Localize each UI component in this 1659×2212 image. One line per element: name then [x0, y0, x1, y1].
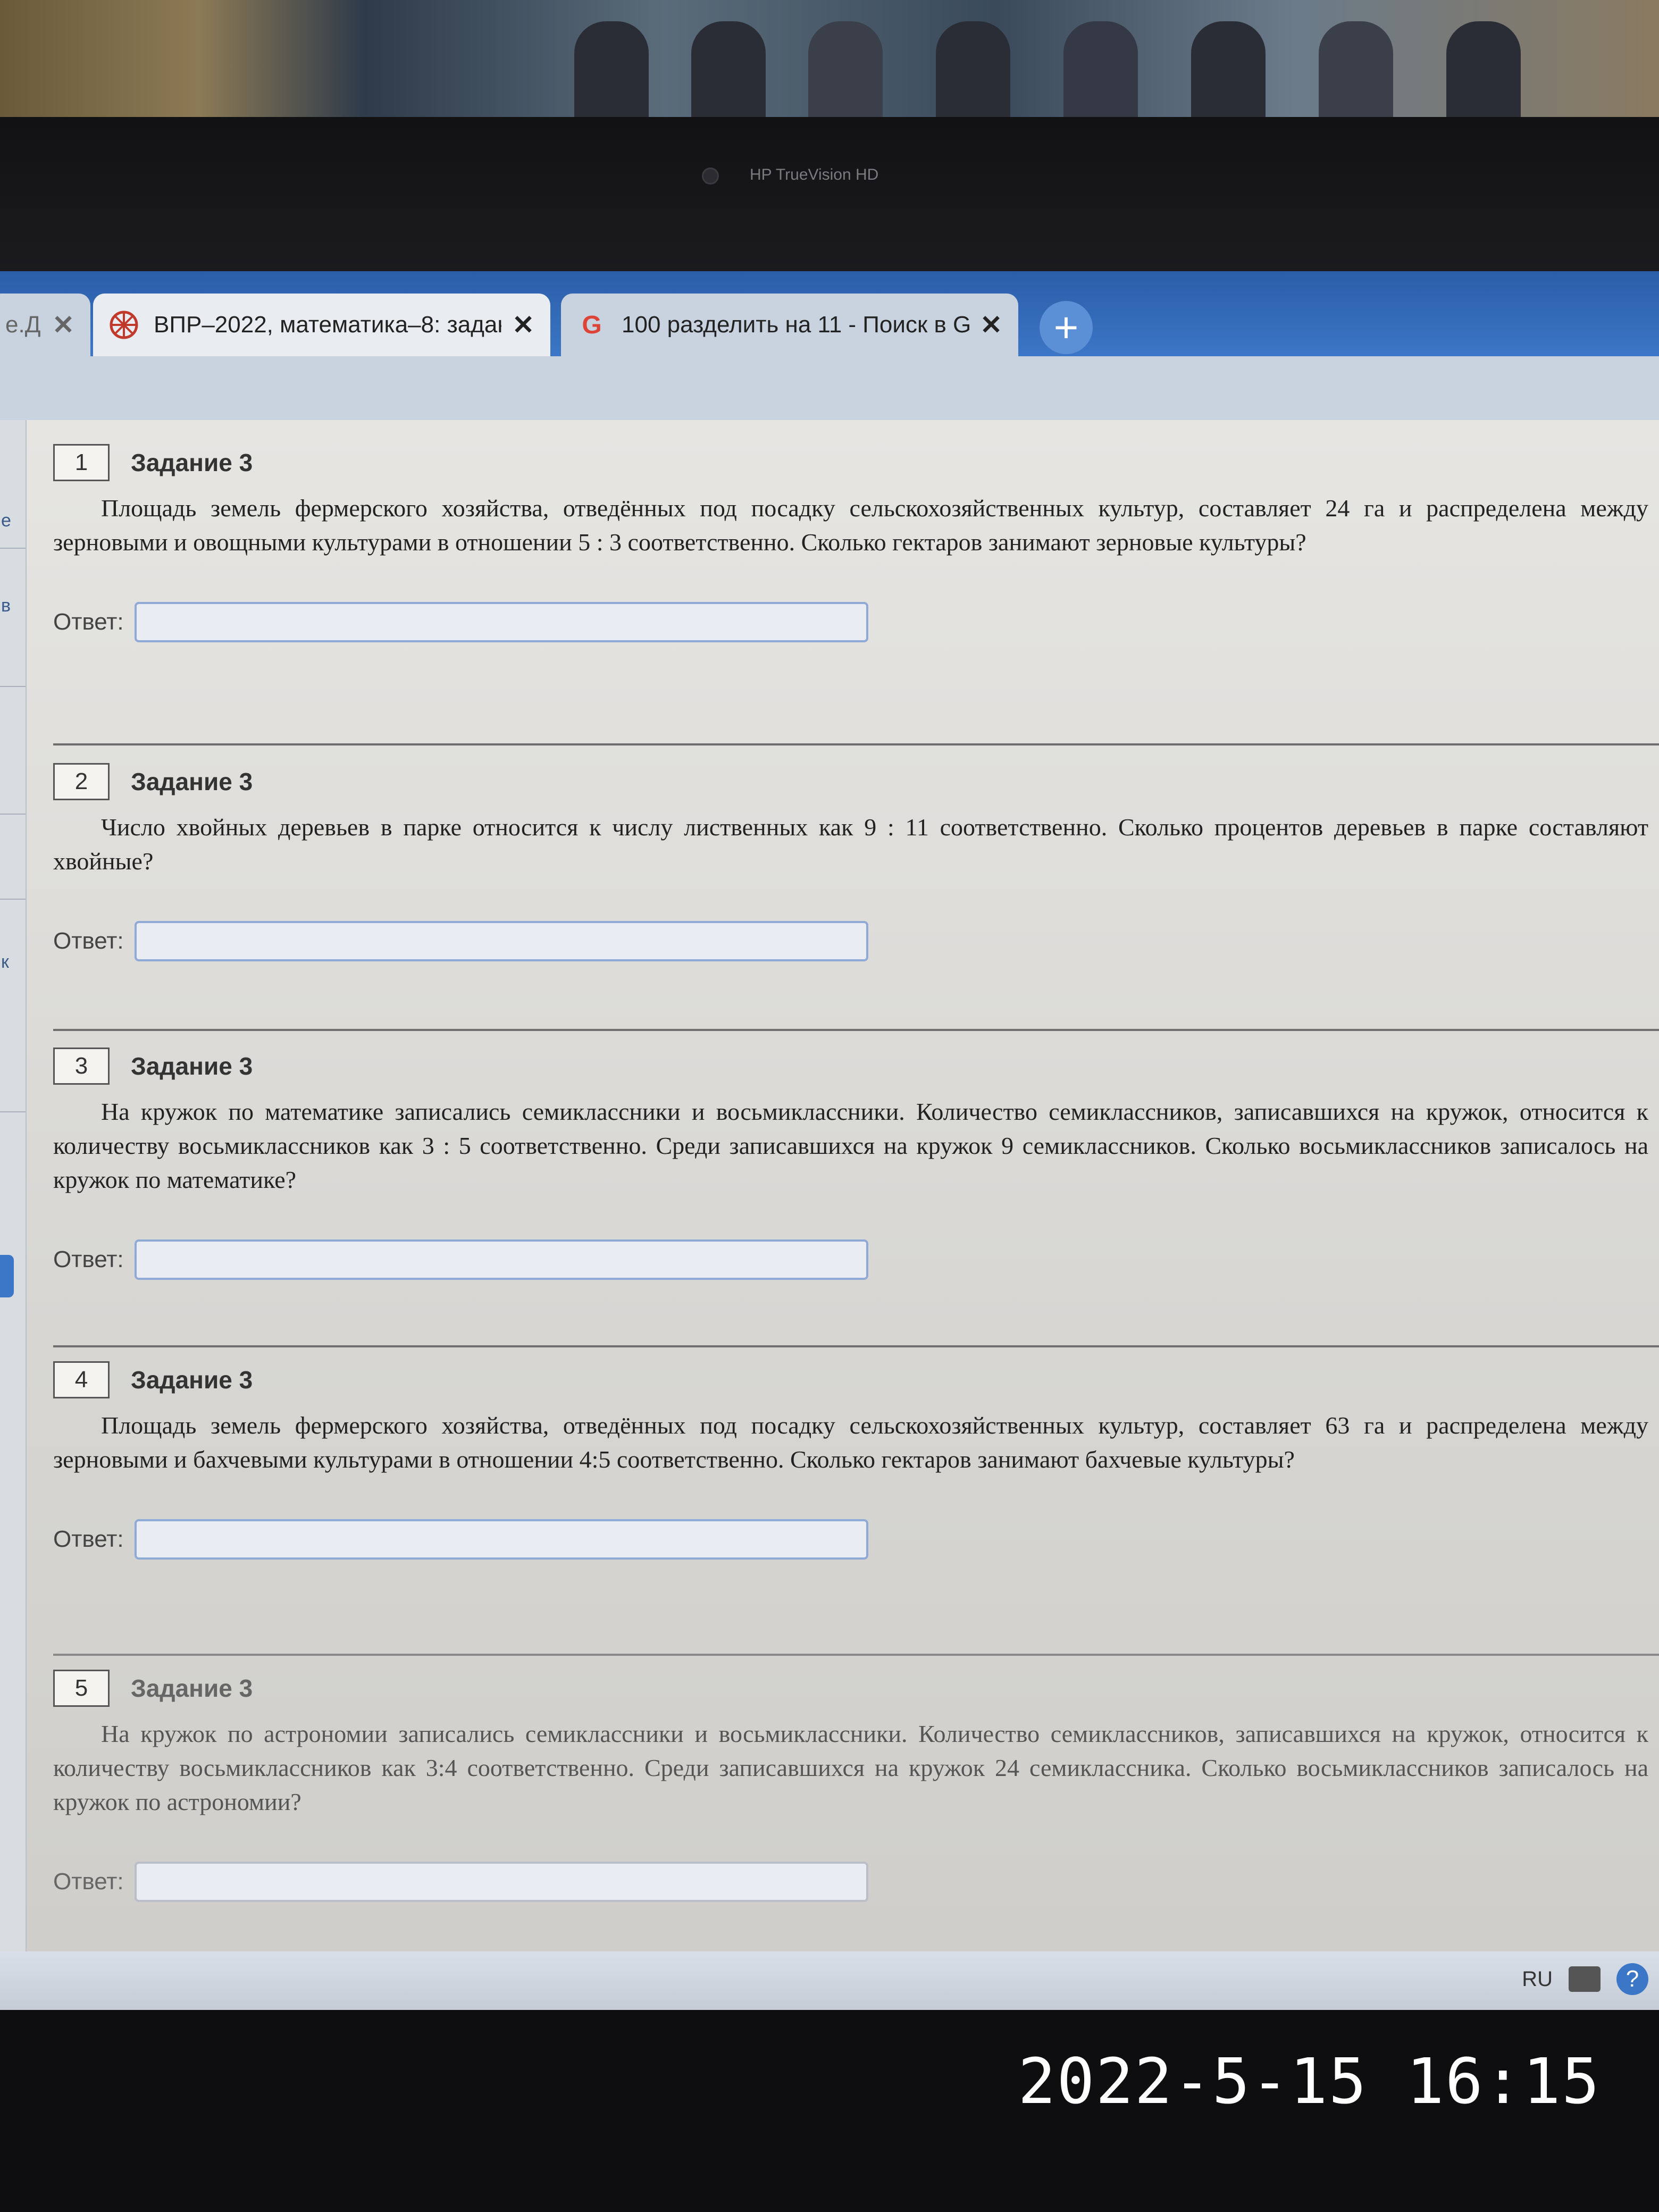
browser-toolbar [0, 356, 1659, 420]
divider [53, 1345, 1659, 1347]
reshu-logo-icon [109, 310, 139, 340]
task-card: 2 Задание 3 Число хвойных деревьев в пар… [53, 760, 1659, 961]
tab-vpr-math[interactable]: ВПР–2022, математика–8: задан ✕ [93, 294, 550, 356]
photo-person [1063, 21, 1138, 128]
close-icon[interactable]: ✕ [52, 309, 74, 340]
task-title: Задание 3 [131, 1366, 253, 1394]
divider [53, 743, 1659, 745]
divider [0, 686, 26, 687]
answer-input[interactable] [134, 1862, 868, 1902]
task-title: Задание 3 [131, 449, 253, 476]
answer-input[interactable] [134, 1519, 868, 1560]
tab-title: 100 разделить на 11 - Поиск в G [622, 312, 970, 338]
task-card: 3 Задание 3 На кружок по математике запи… [53, 1045, 1659, 1280]
photo-person [936, 21, 1010, 128]
answer-label: Ответ: [53, 609, 124, 635]
tab-previous[interactable]: е.Д ✕ [0, 294, 90, 356]
side-panel-text: к [1, 952, 9, 972]
side-panel-text: е [1, 510, 11, 531]
tab-title: ВПР–2022, математика–8: задан [154, 312, 502, 338]
photo-person [691, 21, 766, 128]
tasks-page: 1 Задание 3 Площадь земель фермерского х… [27, 420, 1659, 1951]
answer-label: Ответ: [53, 928, 124, 954]
divider [53, 1654, 1659, 1656]
answer-input[interactable] [134, 602, 868, 642]
photo-person [1191, 21, 1266, 128]
task-card: 5 Задание 3 На кружок по астрономии запи… [53, 1667, 1659, 1902]
task-text: На кружок по математике записались семик… [53, 1098, 1648, 1193]
task-number: 1 [53, 444, 110, 481]
photo-timestamp: 2022-5-15 16:15 [1018, 2045, 1601, 2118]
photo-person [574, 21, 649, 128]
answer-label: Ответ: [53, 1246, 124, 1272]
task-text: Число хвойных деревьев в парке относится… [53, 814, 1648, 875]
google-icon: G [582, 311, 602, 339]
photo-person [808, 21, 883, 128]
task-number: 2 [53, 763, 110, 800]
side-panel: е в к [0, 420, 27, 1951]
taskbar: RU ? [0, 1951, 1659, 2010]
close-icon[interactable]: ✕ [512, 309, 534, 340]
task-text: На кружок по астрономии записались семик… [53, 1720, 1648, 1815]
photo-person [1319, 21, 1393, 128]
photo-person [1446, 21, 1521, 128]
task-number: 3 [53, 1048, 110, 1085]
tab-google-search[interactable]: G 100 разделить на 11 - Поиск в G ✕ [561, 294, 1018, 356]
keyboard-icon[interactable] [1569, 1966, 1601, 1992]
laptop-bezel: HP TrueVision HD [0, 117, 1659, 287]
browser-tab-bar: е.Д ✕ ВПР–2022, математика–8: задан ✕ G … [0, 271, 1659, 356]
webcam-icon [702, 167, 719, 185]
answer-label: Ответ: [53, 1526, 124, 1552]
divider [0, 548, 26, 549]
task-title: Задание 3 [131, 768, 253, 795]
answer-input[interactable] [134, 1239, 868, 1280]
side-panel-text: в [1, 596, 11, 616]
answer-label: Ответ: [53, 1869, 124, 1895]
task-text: Площадь земель фермерского хозяйства, от… [53, 1412, 1648, 1473]
task-card: 1 Задание 3 Площадь земель фермерского х… [53, 441, 1659, 642]
task-number: 5 [53, 1670, 110, 1707]
task-title: Задание 3 [131, 1674, 253, 1702]
task-text: Площадь земель фермерского хозяйства, от… [53, 495, 1648, 556]
new-tab-button[interactable]: + [1040, 301, 1093, 354]
close-icon[interactable]: ✕ [980, 309, 1002, 340]
task-card: 4 Задание 3 Площадь земель фермерского х… [53, 1359, 1659, 1560]
answer-input[interactable] [134, 921, 868, 961]
divider [0, 1111, 26, 1112]
task-number: 4 [53, 1361, 110, 1398]
background-photo [0, 0, 1659, 128]
tab-title: е.Д [5, 312, 41, 338]
task-title: Задание 3 [131, 1052, 253, 1080]
help-icon[interactable]: ? [1616, 1963, 1648, 1995]
divider [0, 899, 26, 900]
side-panel-button[interactable] [0, 1255, 14, 1297]
language-indicator[interactable]: RU [1522, 1967, 1553, 1991]
divider [0, 814, 26, 815]
camera-label: HP TrueVision HD [750, 166, 879, 183]
divider [53, 1029, 1659, 1031]
